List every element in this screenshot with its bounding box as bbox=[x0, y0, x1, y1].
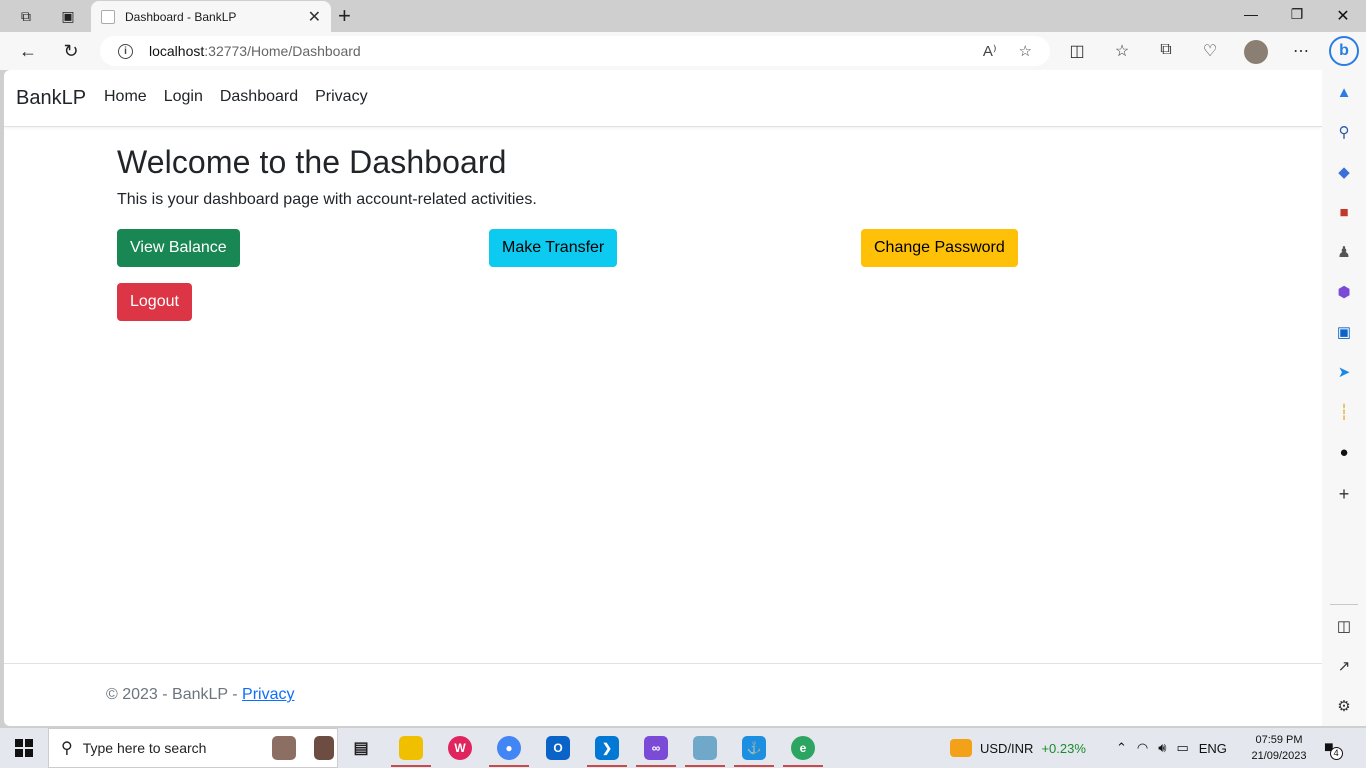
split-screen-icon[interactable]: ◫ bbox=[1066, 41, 1088, 61]
browser-toolbar: ← ↻ i localhost:32773/Home/Dashboard A⁾ … bbox=[0, 32, 1366, 70]
close-tab-icon[interactable]: ✕ bbox=[308, 7, 321, 27]
url-host: localhost bbox=[149, 43, 205, 59]
analytics-icon[interactable]: ┆ bbox=[1334, 402, 1354, 422]
site-navbar: BankLP Home Login Dashboard Privacy bbox=[4, 70, 1322, 127]
outlook-icon[interactable]: O bbox=[546, 736, 570, 760]
page-title: Welcome to the Dashboard bbox=[117, 144, 507, 180]
windows-taskbar: ⚲ Type here to search ▤ W ● O ❯ ∞ ⚓ e US… bbox=[0, 728, 1366, 768]
running-indicator bbox=[783, 765, 823, 767]
currency-change: +0.23% bbox=[1041, 740, 1086, 756]
battery-icon[interactable]: ▭ bbox=[1176, 740, 1188, 756]
new-tab-icon[interactable]: + bbox=[338, 3, 351, 29]
maximize-icon[interactable]: ❐ bbox=[1274, 6, 1320, 23]
page-description: This is your dashboard page with account… bbox=[117, 191, 537, 208]
navbar-brand[interactable]: BankLP bbox=[16, 87, 86, 110]
running-indicator bbox=[636, 765, 676, 767]
currency-coin-icon bbox=[950, 739, 972, 757]
nav-link-login[interactable]: Login bbox=[164, 88, 203, 106]
view-balance-button[interactable]: View Balance bbox=[117, 229, 240, 267]
system-tray: ⌃ ◠ 🔊︎ ▭ ENG bbox=[1116, 728, 1227, 768]
currency-pair: USD/INR bbox=[980, 740, 1034, 756]
taskbar-search-placeholder: Type here to search bbox=[82, 740, 207, 756]
games-icon[interactable]: ♟ bbox=[1334, 242, 1354, 262]
nav-links: Home Login Dashboard Privacy bbox=[104, 88, 368, 106]
hide-sidebar-icon[interactable]: ◫ bbox=[1334, 616, 1354, 636]
footer-copyright: © 2023 - BankLP - bbox=[106, 686, 243, 703]
volume-icon[interactable]: 🔊︎ bbox=[1158, 740, 1166, 756]
search-highlight-icon bbox=[272, 736, 296, 760]
site-info-icon[interactable]: i bbox=[118, 43, 133, 59]
minimize-icon[interactable]: — bbox=[1228, 6, 1274, 22]
change-password-button[interactable]: Change Password bbox=[861, 229, 1018, 267]
running-indicator bbox=[391, 765, 431, 767]
running-indicator bbox=[685, 765, 725, 767]
nav-link-home[interactable]: Home bbox=[104, 88, 147, 106]
wifi-icon[interactable]: ◠ bbox=[1137, 740, 1148, 756]
notepad-icon[interactable] bbox=[693, 736, 717, 760]
windows-start-icon[interactable] bbox=[15, 739, 33, 757]
search-icon[interactable]: ⚲ bbox=[1334, 122, 1354, 142]
browser-tab[interactable]: Dashboard - BankLP ✕ bbox=[91, 1, 331, 32]
visual-studio-icon[interactable]: ∞ bbox=[644, 736, 668, 760]
notification-count-badge: 4 bbox=[1329, 746, 1343, 760]
notification-center[interactable]: ■ 4 bbox=[1324, 728, 1343, 768]
chrome-icon[interactable]: ● bbox=[497, 736, 521, 760]
dashboard-content: Welcome to the Dashboard This is your da… bbox=[117, 144, 1217, 209]
page-favicon-icon bbox=[101, 9, 115, 24]
system-clock[interactable]: 07:59 PM 21/09/2023 bbox=[1244, 732, 1314, 764]
footer-privacy-link[interactable]: Privacy bbox=[242, 686, 294, 703]
address-bar[interactable]: i localhost:32773/Home/Dashboard A⁾ ☆ bbox=[100, 36, 1050, 66]
favorite-star-icon[interactable]: ☆ bbox=[1019, 42, 1032, 60]
clock-time: 07:59 PM bbox=[1255, 734, 1303, 746]
back-icon[interactable]: ← bbox=[15, 39, 41, 63]
github-icon[interactable]: ● bbox=[1334, 442, 1354, 462]
site-footer: © 2023 - BankLP - Privacy bbox=[4, 663, 1322, 726]
logout-button[interactable]: Logout bbox=[117, 283, 192, 321]
running-indicator bbox=[734, 765, 774, 767]
sidebar-settings-gear-icon[interactable]: ⚙ bbox=[1334, 696, 1354, 716]
tab-strip: ⧉ ▣ Dashboard - BankLP ✕ + — ❐ ✕ bbox=[0, 0, 1366, 32]
profile-avatar[interactable] bbox=[1244, 40, 1268, 64]
docker-icon[interactable]: ⚓ bbox=[742, 736, 766, 760]
outlook-icon[interactable]: ▣ bbox=[1334, 322, 1354, 342]
notifications-bell-icon[interactable]: ▲ bbox=[1334, 82, 1354, 102]
currency-widget[interactable]: USD/INR +0.23% bbox=[950, 728, 1086, 768]
vscode-icon[interactable]: ❯ bbox=[595, 736, 619, 760]
tab-actions-icon[interactable]: ▣ bbox=[55, 4, 81, 28]
send-icon[interactable]: ➤ bbox=[1334, 362, 1354, 382]
collections-icon[interactable]: ⧉ bbox=[1155, 41, 1177, 59]
edge-sidebar: ▲ ⚲ ◆ ■ ♟ ⬢ ▣ ➤ ┆ ● + ◫ ↗ ⚙ bbox=[1322, 70, 1366, 726]
clock-date: 21/09/2023 bbox=[1251, 750, 1307, 762]
tools-briefcase-icon[interactable]: ■ bbox=[1334, 202, 1354, 222]
bing-copilot-icon[interactable]: b bbox=[1329, 36, 1359, 66]
edge-icon[interactable]: e bbox=[791, 736, 815, 760]
tab-title: Dashboard - BankLP bbox=[125, 9, 237, 24]
show-hidden-icons-chevron-icon[interactable]: ⌃ bbox=[1116, 740, 1127, 756]
running-indicator bbox=[587, 765, 627, 767]
task-view-icon[interactable]: ▤ bbox=[349, 736, 373, 760]
read-aloud-icon[interactable]: A⁾ bbox=[983, 42, 997, 60]
page-viewport: BankLP Home Login Dashboard Privacy Welc… bbox=[4, 70, 1322, 726]
open-external-icon[interactable]: ↗ bbox=[1334, 656, 1354, 676]
add-sidebar-app-icon[interactable]: + bbox=[1334, 484, 1354, 504]
favorites-icon[interactable]: ☆ bbox=[1111, 41, 1133, 61]
running-indicator bbox=[489, 765, 529, 767]
nav-link-dashboard[interactable]: Dashboard bbox=[220, 88, 298, 106]
close-window-icon[interactable]: ✕ bbox=[1320, 6, 1366, 26]
workspaces-icon[interactable]: ⧉ bbox=[13, 4, 39, 28]
shopping-tag-icon[interactable]: ◆ bbox=[1334, 162, 1354, 182]
make-transfer-button[interactable]: Make Transfer bbox=[489, 229, 618, 267]
language-indicator[interactable]: ENG bbox=[1199, 741, 1227, 756]
url-path: :32773/Home/Dashboard bbox=[204, 43, 361, 59]
books-icon bbox=[314, 736, 334, 760]
browser-essentials-icon[interactable]: ♡ bbox=[1199, 41, 1221, 61]
search-icon: ⚲ bbox=[61, 740, 73, 757]
nav-link-privacy[interactable]: Privacy bbox=[315, 88, 367, 106]
file-explorer-icon[interactable] bbox=[399, 736, 423, 760]
microsoft365-icon[interactable]: ⬢ bbox=[1334, 282, 1354, 302]
more-options-icon[interactable]: ⋯ bbox=[1290, 41, 1312, 61]
wps-office-icon[interactable]: W bbox=[448, 736, 472, 760]
refresh-icon[interactable]: ↻ bbox=[58, 39, 84, 63]
sidebar-divider bbox=[1330, 604, 1358, 605]
